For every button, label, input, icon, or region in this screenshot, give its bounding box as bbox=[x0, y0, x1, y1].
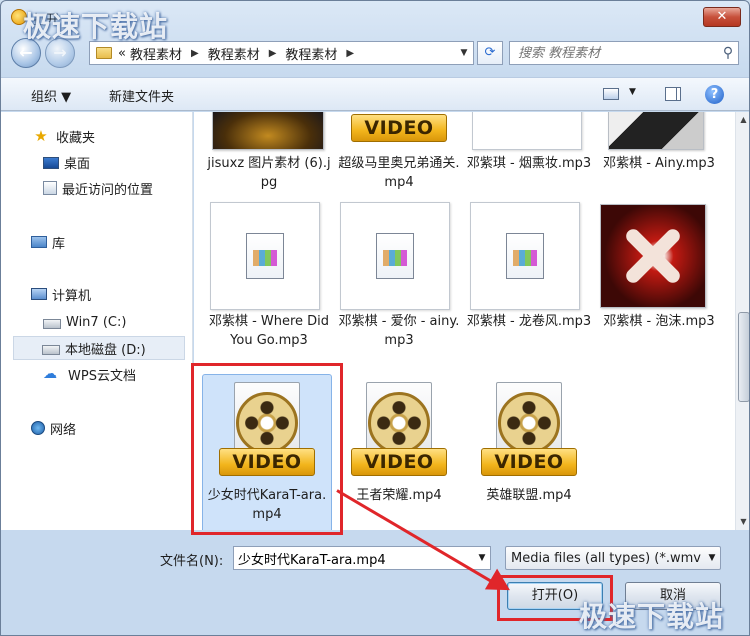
file-item[interactable]: 邓紫琪 - 烟熏妆.mp3 bbox=[464, 112, 594, 184]
file-item[interactable]: jisuxz 图片素材 (6).jpg bbox=[204, 112, 334, 190]
breadcrumb-item[interactable]: 教程素材 bbox=[130, 44, 182, 63]
nav-item-drive-d[interactable]: 本地磁盘 (D:) bbox=[13, 336, 185, 360]
nav-item-label: 计算机 bbox=[52, 288, 92, 304]
film-reel-icon bbox=[236, 392, 298, 454]
video-badge: VIDEO bbox=[351, 448, 447, 476]
scroll-down-icon[interactable]: ▼ bbox=[736, 514, 749, 530]
folder-icon bbox=[96, 47, 112, 59]
album-art-thumbnail bbox=[600, 204, 706, 308]
file-item[interactable]: 邓紫棋 - 爱你 - ainy.mp3 bbox=[334, 202, 464, 362]
drive-icon bbox=[43, 318, 61, 329]
video-badge: VIDEO bbox=[219, 448, 315, 476]
close-button[interactable]: ✕ bbox=[703, 7, 741, 27]
search-input[interactable] bbox=[510, 44, 718, 62]
open-file-dialog: 打开 ✕ ← → « 教程素材 ▶ 教程素材 ▶ 教程素材 ▶ ▼ ⟳ ⚲ 组织… bbox=[0, 0, 750, 636]
forward-arrow-icon: → bbox=[53, 43, 67, 62]
audio-file-icon bbox=[472, 112, 582, 150]
file-item[interactable]: 邓紫棋 - Ainy.mp3 bbox=[594, 112, 724, 184]
file-item[interactable]: VIDEO 王者荣耀.mp4 bbox=[334, 374, 464, 530]
file-name: 邓紫琪 - 烟熏妆.mp3 bbox=[466, 156, 592, 171]
cloud-icon: ☁ bbox=[43, 366, 57, 382]
library-icon bbox=[31, 236, 47, 248]
computer-icon bbox=[31, 288, 47, 300]
file-name: 超级马里奥兄弟通关.mp4 bbox=[338, 156, 460, 190]
file-name: 邓紫棋 - 泡沫.mp3 bbox=[603, 314, 715, 329]
file-item-selected[interactable]: VIDEO 少女时代KaraT-ara.mp4 bbox=[202, 374, 332, 530]
organize-menu[interactable]: 组织 ▼ bbox=[31, 86, 71, 105]
refresh-button[interactable]: ⟳ bbox=[477, 41, 503, 65]
breadcrumb-item[interactable]: 教程素材 bbox=[285, 44, 337, 63]
nav-item-label: 网络 bbox=[50, 422, 77, 438]
file-type-select[interactable]: Media files (all types) (*.wmv ▼ bbox=[505, 546, 721, 570]
breadcrumb-separator-icon[interactable]: ▶ bbox=[346, 48, 354, 59]
audio-file-icon bbox=[210, 202, 320, 310]
file-item[interactable]: 邓紫棋 - Where Did You Go.mp3 bbox=[204, 202, 334, 362]
preview-pane-icon[interactable] bbox=[665, 87, 681, 101]
film-reel-icon bbox=[368, 392, 430, 454]
nav-item-favorites[interactable]: ★ 收藏夹 bbox=[31, 124, 215, 148]
scroll-thumb[interactable] bbox=[738, 312, 749, 402]
file-list: jisuxz 图片素材 (6).jpg VIDEO 超级马里奥兄弟通关.mp4 … bbox=[194, 112, 735, 530]
nav-item-label: 最近访问的位置 bbox=[62, 182, 154, 198]
nav-item-label: 收藏夹 bbox=[56, 130, 96, 146]
desktop-icon bbox=[43, 157, 59, 169]
new-folder-button[interactable]: 新建文件夹 bbox=[109, 86, 174, 105]
change-view-icon[interactable] bbox=[603, 88, 619, 100]
watermark-bottom: 极速下载站 bbox=[579, 600, 725, 633]
file-item[interactable]: VIDEO 英雄联盟.mp4 bbox=[464, 374, 594, 530]
nav-item-network[interactable]: 网络 bbox=[31, 416, 215, 440]
nav-item-label: 本地磁盘 (D:) bbox=[65, 342, 146, 358]
help-icon[interactable]: ? bbox=[705, 85, 724, 104]
nav-item-label: Win7 (C:) bbox=[66, 314, 127, 330]
nav-item-label: 桌面 bbox=[64, 156, 91, 172]
file-name: 邓紫棋 - Where Did You Go.mp3 bbox=[208, 314, 330, 348]
vertical-scrollbar[interactable]: ▲ ▼ bbox=[735, 112, 749, 530]
scroll-up-icon[interactable]: ▲ bbox=[736, 112, 749, 128]
file-name: jisuxz 图片素材 (6).jpg bbox=[207, 156, 331, 190]
close-icon: ✕ bbox=[716, 9, 728, 24]
audio-file-icon bbox=[470, 202, 580, 310]
file-name: 英雄联盟.mp4 bbox=[486, 488, 572, 503]
image-thumbnail bbox=[212, 112, 324, 150]
nav-item-label: WPS云文档 bbox=[68, 368, 136, 384]
file-type-value: Media files (all types) (*.wmv bbox=[511, 550, 701, 566]
recent-places-icon bbox=[43, 181, 57, 195]
nav-item-computer[interactable]: 计算机 bbox=[31, 282, 215, 306]
file-item[interactable]: VIDEO 超级马里奥兄弟通关.mp4 bbox=[334, 112, 464, 190]
nav-item-label: 库 bbox=[52, 236, 66, 252]
refresh-icon: ⟳ bbox=[484, 45, 496, 60]
drive-icon bbox=[42, 344, 60, 355]
file-name: 邓紫棋 - 爱你 - ainy.mp3 bbox=[338, 314, 460, 348]
watermark-top: 极速下载站 bbox=[23, 10, 169, 43]
filename-dropdown-icon[interactable]: ▼ bbox=[474, 553, 490, 563]
video-file-icon: VIDEO bbox=[351, 114, 447, 142]
audio-file-icon bbox=[340, 202, 450, 310]
star-icon: ★ bbox=[34, 127, 48, 145]
breadcrumb-separator-icon[interactable]: ▶ bbox=[191, 48, 199, 59]
file-name: 邓紫棋 - 龙卷风.mp3 bbox=[466, 314, 592, 329]
breadcrumb-overflow[interactable]: « bbox=[118, 46, 126, 61]
back-arrow-icon: ← bbox=[19, 43, 33, 62]
file-item[interactable]: 邓紫棋 - 泡沫.mp3 bbox=[594, 202, 724, 362]
file-name: 少女时代KaraT-ara.mp4 bbox=[207, 488, 327, 522]
video-badge: VIDEO bbox=[481, 448, 577, 476]
film-reel-icon bbox=[498, 392, 560, 454]
nav-item-libraries[interactable]: 库 bbox=[31, 230, 215, 254]
album-art-thumbnail bbox=[608, 112, 704, 150]
view-dropdown-icon[interactable]: ▼ bbox=[629, 87, 636, 97]
navigation-pane: ★ 收藏夹 桌面 最近访问的位置 库 计算机 Win7 (C:) 本地磁盘 (D… bbox=[1, 112, 193, 530]
network-icon bbox=[31, 421, 45, 435]
search-box[interactable]: ⚲ bbox=[509, 41, 739, 65]
file-type-dropdown-icon[interactable]: ▼ bbox=[704, 553, 720, 563]
breadcrumb-separator-icon[interactable]: ▶ bbox=[269, 48, 277, 59]
breadcrumb-item[interactable]: 教程素材 bbox=[208, 44, 260, 63]
search-icon[interactable]: ⚲ bbox=[718, 45, 738, 61]
filename-label: 文件名(N): bbox=[160, 554, 224, 569]
video-badge: VIDEO bbox=[364, 117, 434, 139]
address-dropdown-icon[interactable]: ▼ bbox=[455, 48, 473, 58]
toolbar: 组织 ▼ 新建文件夹 ▼ ? bbox=[1, 77, 749, 111]
file-item[interactable]: 邓紫棋 - 龙卷风.mp3 bbox=[464, 202, 594, 362]
file-name: 邓紫棋 - Ainy.mp3 bbox=[603, 156, 715, 171]
